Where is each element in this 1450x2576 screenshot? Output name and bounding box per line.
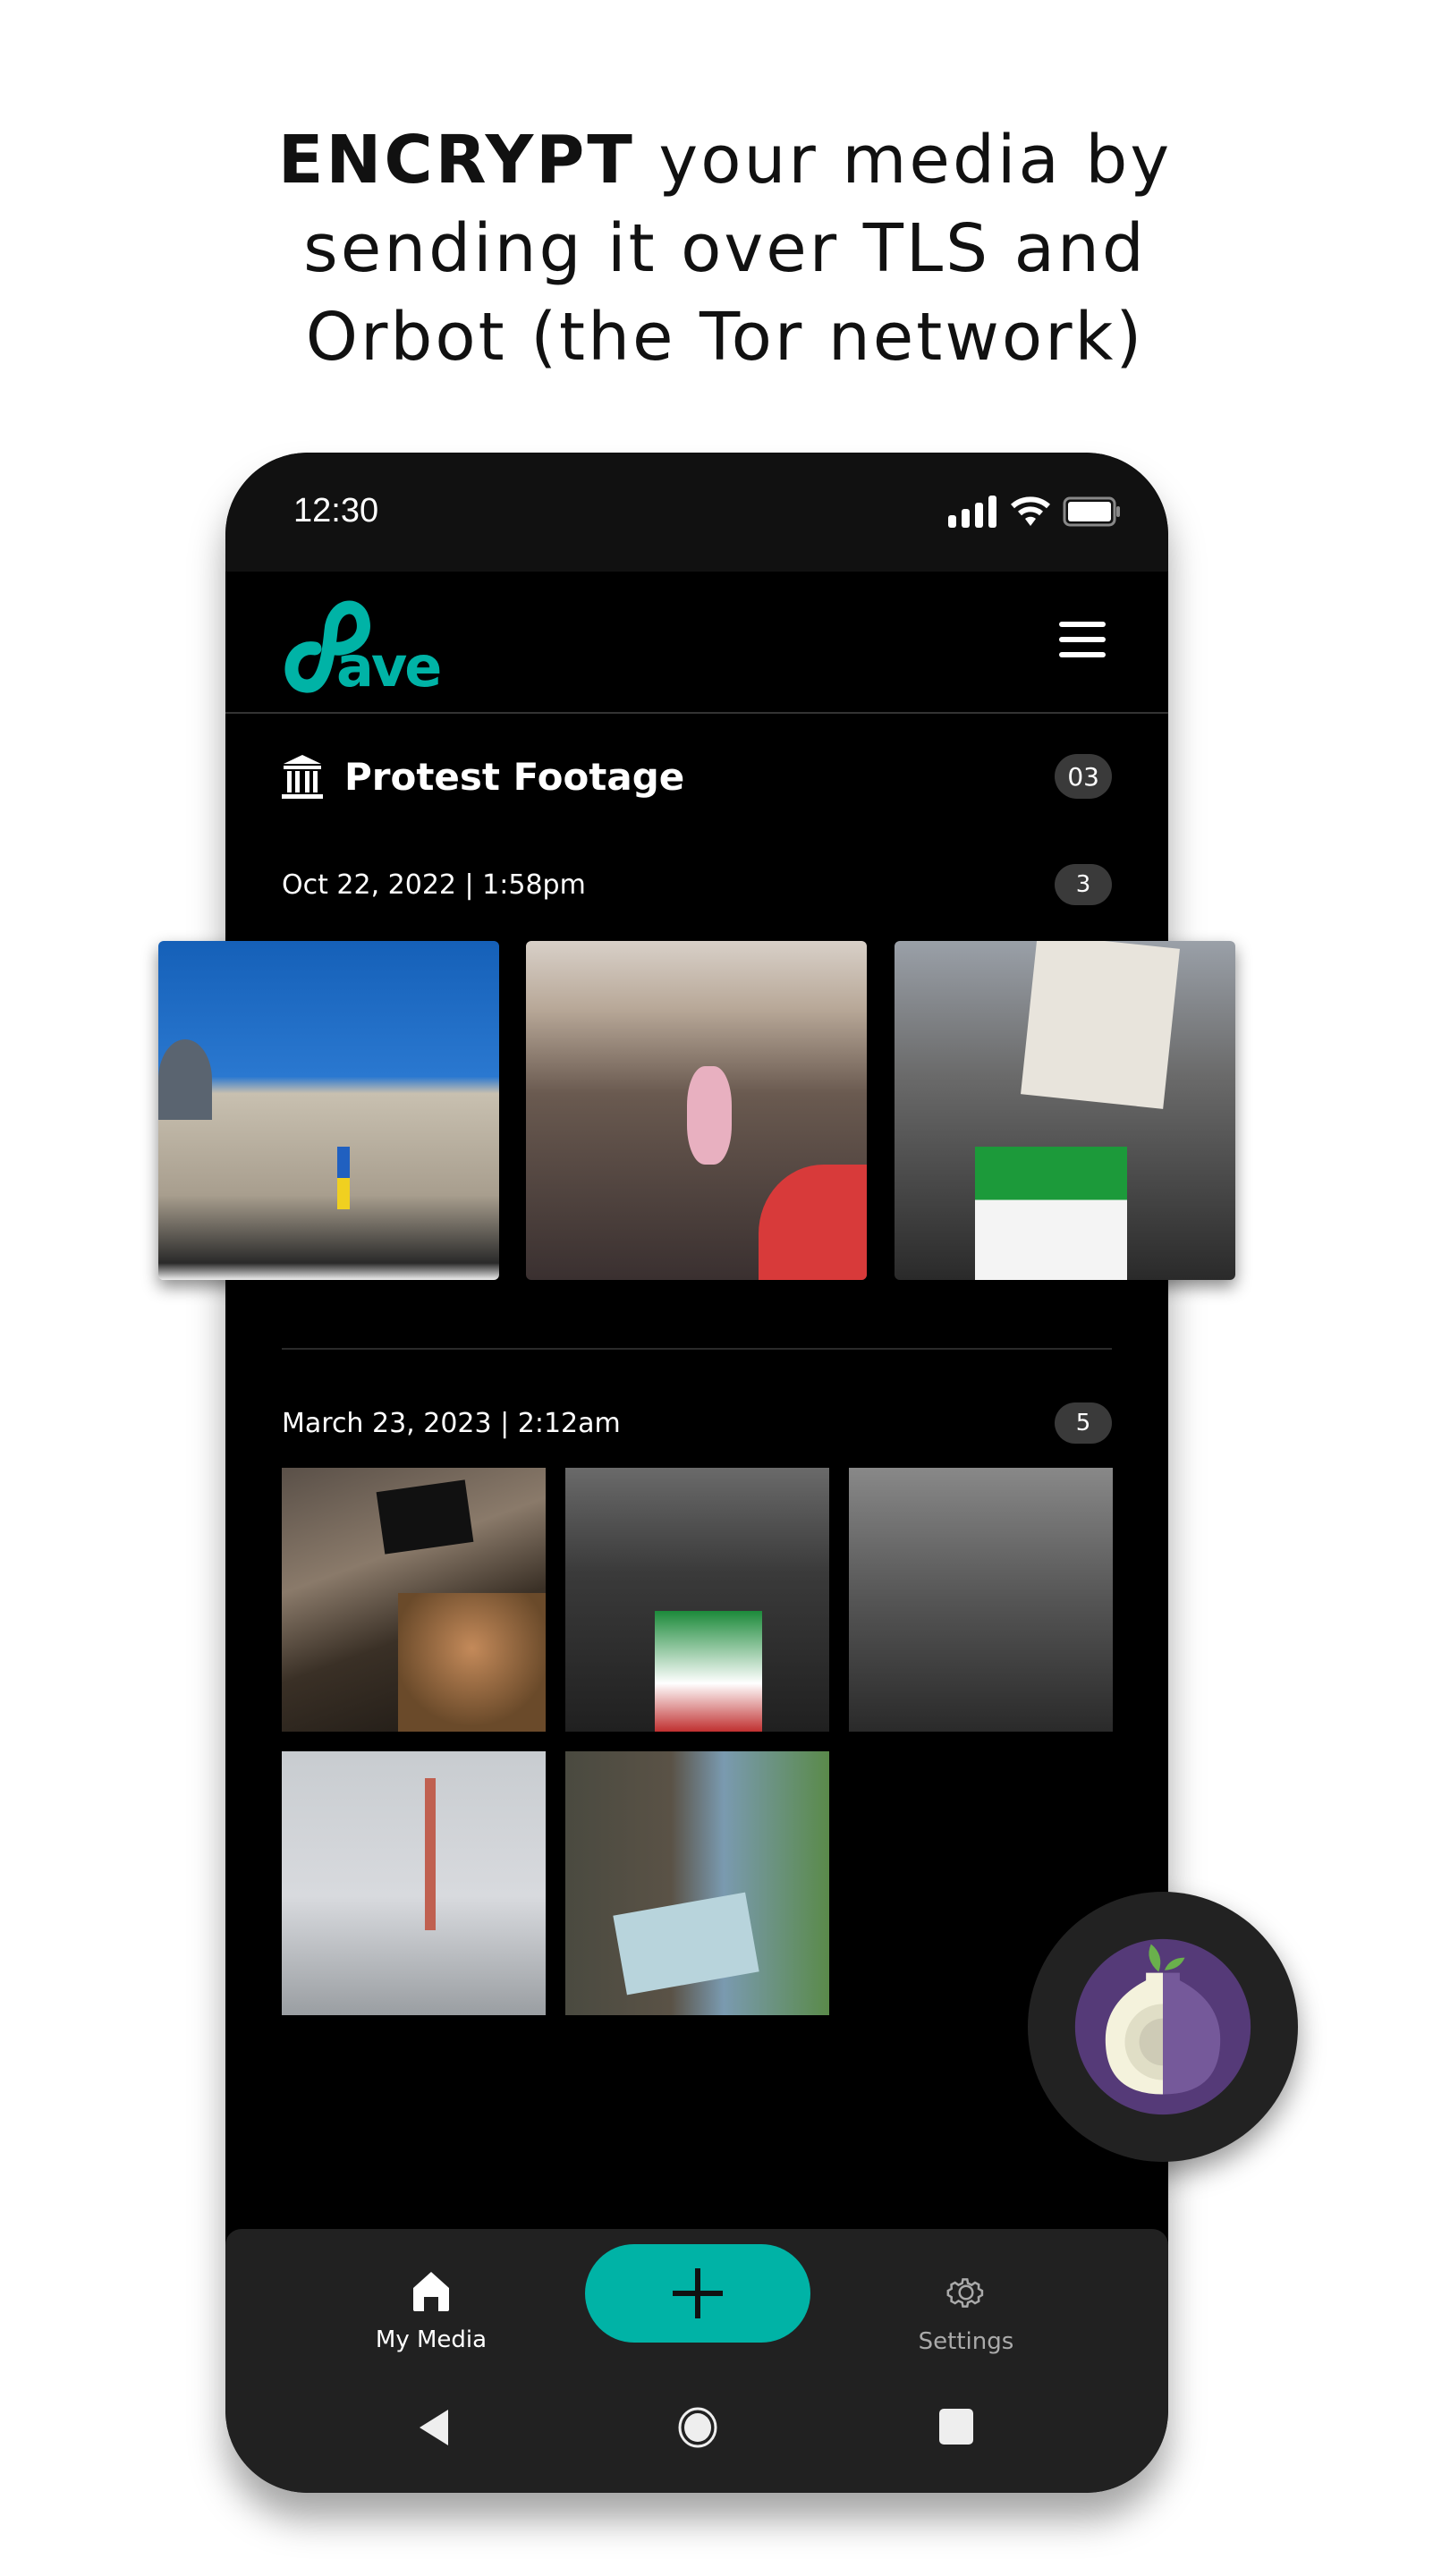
app-header: ave [225,572,1168,714]
group-count-badge: 5 [1055,1402,1112,1444]
home-icon [413,2272,449,2311]
tab-label: My Media [375,2326,488,2353]
group-date: Oct 22, 2022 | 1:58pm [282,869,586,901]
signal-icon [948,496,996,528]
divider [282,1348,1112,1350]
bottom-navigation: My Media Settings [225,2229,1168,2493]
media-thumbnail[interactable] [565,1751,829,2015]
home-button-icon[interactable] [677,2406,718,2449]
headline-line1: your media by [634,122,1173,199]
plus-icon [673,2268,723,2318]
media-photo[interactable] [158,941,499,1280]
museum-icon [282,755,323,799]
gear-icon [946,2278,984,2308]
media-thumbnail[interactable] [282,1468,546,1732]
media-thumbnail[interactable] [565,1468,829,1732]
media-photo[interactable] [526,941,867,1280]
battery-icon [1063,496,1120,527]
headline-line3: Orbot (the Tor network) [305,299,1145,376]
tab-my-media[interactable]: My Media [342,2270,521,2353]
headline: ENCRYPT your media by sending it over TL… [0,116,1450,382]
add-media-button[interactable] [585,2244,810,2343]
folder-title: Protest Footage [344,754,685,799]
hamburger-menu-button[interactable] [1059,622,1106,661]
headline-line2: sending it over TLS and [303,210,1147,287]
status-bar: 12:30 [225,453,1168,572]
folder-count-badge: 03 [1055,754,1112,799]
headline-bold: ENCRYPT [277,122,635,199]
orbot-badge [1028,1892,1298,2162]
save-logo: ave [284,600,440,693]
group-date: March 23, 2023 | 2:12am [282,1407,621,1439]
group-header: Oct 22, 2022 | 1:58pm 3 [282,862,1112,907]
svg-text:ave: ave [336,634,440,693]
status-time: 12:30 [293,492,379,530]
group-header: March 23, 2023 | 2:12am 5 [282,1401,1112,1445]
back-icon[interactable] [418,2408,450,2447]
folder-row[interactable]: Protest Footage 03 [282,748,1112,805]
tab-label: Settings [918,2328,1014,2355]
group-count-badge: 3 [1055,864,1112,905]
tab-settings[interactable]: Settings [877,2270,1056,2355]
recents-icon[interactable] [938,2408,974,2445]
media-thumbnail[interactable] [849,1468,1113,1732]
phone-frame: 12:30 ave Protest Footage 03 Oct 22, 202… [225,453,1168,2493]
media-thumbnail[interactable] [282,1751,546,2015]
media-photo[interactable] [895,941,1235,1280]
tor-onion-icon [1074,1938,1251,2115]
wifi-icon [1011,496,1050,526]
